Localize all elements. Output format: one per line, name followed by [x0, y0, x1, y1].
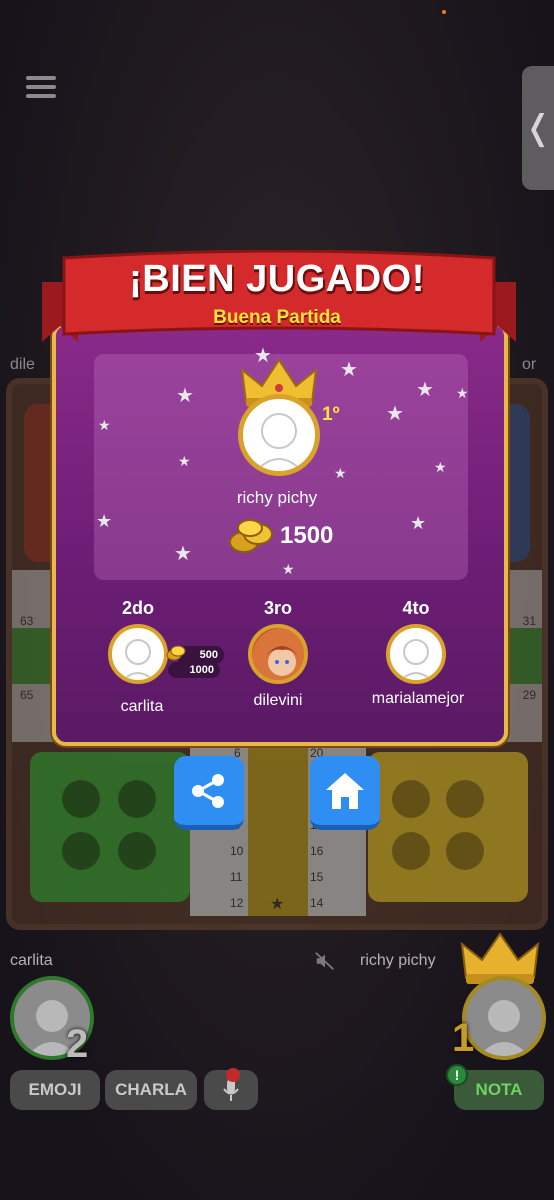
- sparkle-icon: ★: [416, 379, 434, 401]
- home-button[interactable]: [310, 756, 380, 830]
- track-number: 63: [20, 614, 34, 628]
- player-avatar[interactable]: [108, 624, 168, 684]
- track-number: 29: [522, 688, 536, 702]
- sparkle-icon: ★: [98, 417, 111, 433]
- player-avatar[interactable]: [386, 624, 446, 684]
- pawn-slot: [62, 832, 100, 870]
- winner-coins: 1500: [280, 522, 334, 549]
- sparkle-icon: ★: [174, 543, 192, 565]
- rank-label: 3ro: [263, 598, 292, 618]
- yellow-home-area: [368, 752, 528, 902]
- rank-label: 2do: [121, 598, 154, 618]
- side-panel-toggle[interactable]: ❬: [522, 66, 554, 190]
- sparkle-icon: ★: [456, 385, 469, 401]
- share-icon: [192, 773, 224, 808]
- emoji-button[interactable]: EMOJI: [10, 1070, 100, 1110]
- sparkle-icon: ★: [96, 511, 113, 531]
- pawn-slot: [62, 780, 100, 818]
- player-name: marialamejor: [371, 690, 465, 707]
- pawn-slot: [392, 780, 430, 818]
- player-position-badge: 1: [452, 1016, 475, 1060]
- track-number: 65: [20, 688, 34, 702]
- sparkle-icon: ★: [340, 359, 358, 381]
- rank-label: 4to: [402, 598, 430, 618]
- pawn-slot: [392, 832, 430, 870]
- left-track: 63 65: [12, 570, 56, 742]
- track-number: 16: [310, 844, 324, 858]
- notification-dot: [226, 1068, 240, 1082]
- winner-place: 1º: [322, 404, 340, 425]
- coins-icon: [166, 645, 186, 661]
- winner-avatar[interactable]: [238, 394, 320, 476]
- player-name-top-left: dile: [10, 356, 35, 373]
- coins-icon: [229, 519, 273, 553]
- dialog-title: ¡BIEN JUGADO!: [129, 258, 425, 300]
- chat-button[interactable]: CHARLA: [105, 1070, 197, 1110]
- sparkle-icon: ★: [178, 453, 191, 469]
- player-name-bottom-right: richy pichy: [360, 952, 436, 969]
- player-name: carlita: [120, 698, 164, 715]
- pawn-slot: [118, 780, 156, 818]
- share-button[interactable]: [174, 756, 244, 830]
- track-number: 11: [230, 870, 243, 884]
- track-number: 31: [522, 614, 536, 628]
- pawn-slot: [118, 832, 156, 870]
- status-dot: [442, 10, 446, 14]
- safe-star-icon: ★: [270, 896, 285, 913]
- player-name-top-right: or: [522, 356, 537, 373]
- track-number: 10: [230, 844, 244, 858]
- home-icon: [326, 772, 364, 809]
- hamburger-menu-icon[interactable]: [26, 76, 56, 98]
- sparkle-icon: ★: [410, 513, 427, 533]
- sparkle-icon: ★: [176, 385, 194, 407]
- track-number: 14: [310, 896, 324, 910]
- pawn-slot: [446, 780, 484, 818]
- player-name: dilevini: [253, 692, 303, 709]
- sparkle-icon: ★: [386, 403, 404, 425]
- player-name-bottom-left: carlita: [10, 952, 53, 969]
- speaker-muted-icon[interactable]: [314, 950, 336, 972]
- sparkle-icon: ★: [434, 459, 447, 475]
- green-home-area: [30, 752, 190, 902]
- sparkle-icon: ★: [334, 465, 347, 481]
- player-position-badge: 2: [66, 1022, 89, 1066]
- chevron-left-icon: ❬: [523, 109, 553, 147]
- winner-name: richy pichy: [236, 488, 318, 507]
- sparkle-icon: ★: [282, 561, 295, 577]
- alert-badge: !: [446, 1064, 468, 1086]
- player-avatar[interactable]: [248, 624, 308, 684]
- dialog-subtitle: Buena Partida: [213, 307, 341, 328]
- avatar[interactable]: [462, 976, 546, 1060]
- track-number: 12: [230, 896, 244, 910]
- pawn-slot: [446, 832, 484, 870]
- coins-badge: 1000: [168, 662, 220, 678]
- track-number: 15: [310, 870, 324, 884]
